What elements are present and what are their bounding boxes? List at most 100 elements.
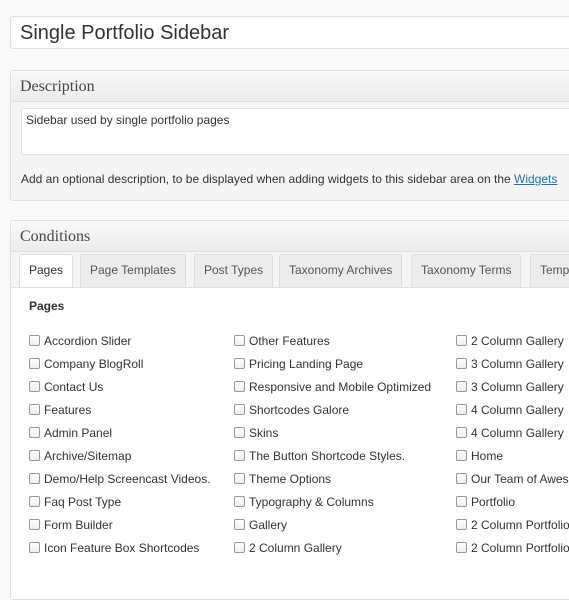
checkbox[interactable] xyxy=(234,450,245,461)
checkbox-column-1: Accordion Slider Company BlogRoll Contact … xyxy=(29,329,211,559)
checkbox-label: 2 Column Gallery xyxy=(249,540,342,555)
page-checkbox-item[interactable]: Archive/Sitemap xyxy=(29,444,211,467)
page-checkbox-item[interactable]: 3 Column Gallery xyxy=(456,352,569,375)
checkbox-label: 3 Column Gallery xyxy=(471,379,564,394)
checkbox[interactable] xyxy=(29,496,40,507)
tab-post-types[interactable]: Post Types xyxy=(194,254,274,287)
widgets-link[interactable]: Widgets xyxy=(514,172,557,186)
checkbox-label: 4 Column Gallery xyxy=(471,402,564,417)
checkbox[interactable] xyxy=(234,519,245,530)
checkbox[interactable] xyxy=(456,404,467,415)
checkbox-label: Form Builder xyxy=(44,517,113,532)
checkbox-label: Our Team of Awes xyxy=(471,471,569,486)
checkbox-label: The Button Shortcode Styles. xyxy=(249,448,406,463)
checkbox[interactable] xyxy=(29,519,40,530)
description-box: Description Sidebar used by single portf… xyxy=(10,70,569,201)
checkbox[interactable] xyxy=(456,427,467,438)
page-checkbox-item[interactable]: Gallery xyxy=(234,513,431,536)
checkbox[interactable] xyxy=(456,496,467,507)
checkbox[interactable] xyxy=(29,450,40,461)
checkbox[interactable] xyxy=(456,473,467,484)
page-checkbox-item[interactable]: Skins xyxy=(234,421,431,444)
page-checkbox-item[interactable]: 2 Column Portfolio xyxy=(456,536,569,559)
checkbox[interactable] xyxy=(234,427,245,438)
checkbox[interactable] xyxy=(456,358,467,369)
page-checkbox-item[interactable]: Typography & Columns xyxy=(234,490,431,513)
page-checkbox-item[interactable]: Faq Post Type xyxy=(29,490,211,513)
tab-taxonomy-archives[interactable]: Taxonomy Archives xyxy=(279,254,403,287)
checkbox[interactable] xyxy=(456,542,467,553)
checkbox[interactable] xyxy=(29,473,40,484)
page-checkbox-item[interactable]: 2 Column Gallery xyxy=(234,536,431,559)
page-checkbox-item[interactable]: Shortcodes Galore xyxy=(234,398,431,421)
checkbox-label: Contact Us xyxy=(44,379,104,394)
checkbox-label: Skins xyxy=(249,425,279,440)
page-checkbox-item[interactable]: Our Team of Awes xyxy=(456,467,569,490)
page-checkbox-item[interactable]: Demo/Help Screencast Videos. xyxy=(29,467,211,490)
checkbox[interactable] xyxy=(29,404,40,415)
page-checkbox-item[interactable]: Admin Panel xyxy=(29,421,211,444)
page-checkbox-item[interactable]: The Button Shortcode Styles. xyxy=(234,444,431,467)
page-checkbox-item[interactable]: Theme Options xyxy=(234,467,431,490)
checkbox-label: Home xyxy=(471,448,504,463)
conditions-header: Conditions xyxy=(11,221,569,252)
page-checkbox-item[interactable]: Contact Us xyxy=(29,375,211,398)
checkbox-label: Icon Feature Box Shortcodes xyxy=(44,540,200,555)
checkbox[interactable] xyxy=(29,358,40,369)
checkbox[interactable] xyxy=(456,381,467,392)
tab-pages[interactable]: Pages xyxy=(19,254,74,288)
checkbox-label: Gallery xyxy=(249,517,288,532)
checkbox[interactable] xyxy=(234,542,245,553)
sidebar-name-input[interactable]: Single Portfolio Sidebar xyxy=(10,16,569,49)
checkbox[interactable] xyxy=(234,496,245,507)
tab-templates[interactable]: Temp xyxy=(530,254,569,287)
checkbox[interactable] xyxy=(29,381,40,392)
checkbox[interactable] xyxy=(456,335,467,346)
checkbox[interactable] xyxy=(29,542,40,553)
checkbox-label: 2 Column Gallery xyxy=(471,333,564,348)
checkbox[interactable] xyxy=(234,473,245,484)
page-checkbox-item[interactable]: Features xyxy=(29,398,211,421)
tab-taxonomy-terms[interactable]: Taxonomy Terms xyxy=(411,254,522,287)
page-checkbox-item[interactable]: 2 Column Portfolio xyxy=(456,513,569,536)
checkbox-label: Demo/Help Screencast Videos. xyxy=(44,471,211,486)
checkbox-label: 4 Column Gallery xyxy=(471,425,564,440)
checkbox-column-3: 2 Column Gallery 3 Column Gallery 3 Column… xyxy=(456,329,569,559)
tab-page-templates[interactable]: Page Templates xyxy=(80,254,186,287)
page-checkbox-item[interactable]: Portfolio xyxy=(456,490,569,513)
page-checkbox-item[interactable]: 3 Column Gallery xyxy=(456,375,569,398)
checkbox[interactable] xyxy=(234,404,245,415)
checkbox[interactable] xyxy=(234,335,245,346)
panel-title: Pages xyxy=(29,299,65,313)
checkbox-label: Pricing Landing Page xyxy=(249,356,364,371)
page-checkbox-item[interactable]: Other Features xyxy=(234,329,431,352)
checkbox-label: Portfolio xyxy=(471,494,516,509)
checkbox[interactable] xyxy=(456,519,467,530)
page-checkbox-item[interactable]: Form Builder xyxy=(29,513,211,536)
pages-panel: Pages Accordion Slider Company BlogRoll Co… xyxy=(11,287,569,599)
description-textarea[interactable]: Sidebar used by single portfolio pages xyxy=(21,108,569,155)
checkbox-label: Company BlogRoll xyxy=(44,356,144,371)
checkbox[interactable] xyxy=(29,427,40,438)
page-checkbox-item[interactable]: Accordion Slider xyxy=(29,329,211,352)
checkbox[interactable] xyxy=(29,335,40,346)
checkbox[interactable] xyxy=(234,358,245,369)
checkbox-label: 2 Column Portfolio xyxy=(471,540,569,555)
description-header: Description xyxy=(11,71,569,102)
help-text: Add an optional description, to be displ… xyxy=(21,172,511,186)
checkbox-label: Theme Options xyxy=(249,471,332,486)
checkbox-label: Faq Post Type xyxy=(44,494,122,509)
checkbox[interactable] xyxy=(234,381,245,392)
checkbox[interactable] xyxy=(456,450,467,461)
page-checkbox-item[interactable]: 4 Column Gallery xyxy=(456,421,569,444)
page-checkbox-item[interactable]: Company BlogRoll xyxy=(29,352,211,375)
page-checkbox-item[interactable]: 4 Column Gallery xyxy=(456,398,569,421)
page-checkbox-item[interactable]: Icon Feature Box Shortcodes xyxy=(29,536,211,559)
page-checkbox-item[interactable]: Pricing Landing Page xyxy=(234,352,431,375)
page-checkbox-item[interactable]: Responsive and Mobile Optimized xyxy=(234,375,431,398)
checkbox-label: Responsive and Mobile Optimized xyxy=(249,379,432,394)
checkbox-label: Shortcodes Galore xyxy=(249,402,350,417)
checkbox-column-2: Other Features Pricing Landing Page Respon… xyxy=(234,329,431,559)
page-checkbox-item[interactable]: 2 Column Gallery xyxy=(456,329,569,352)
page-checkbox-item[interactable]: Home xyxy=(456,444,569,467)
